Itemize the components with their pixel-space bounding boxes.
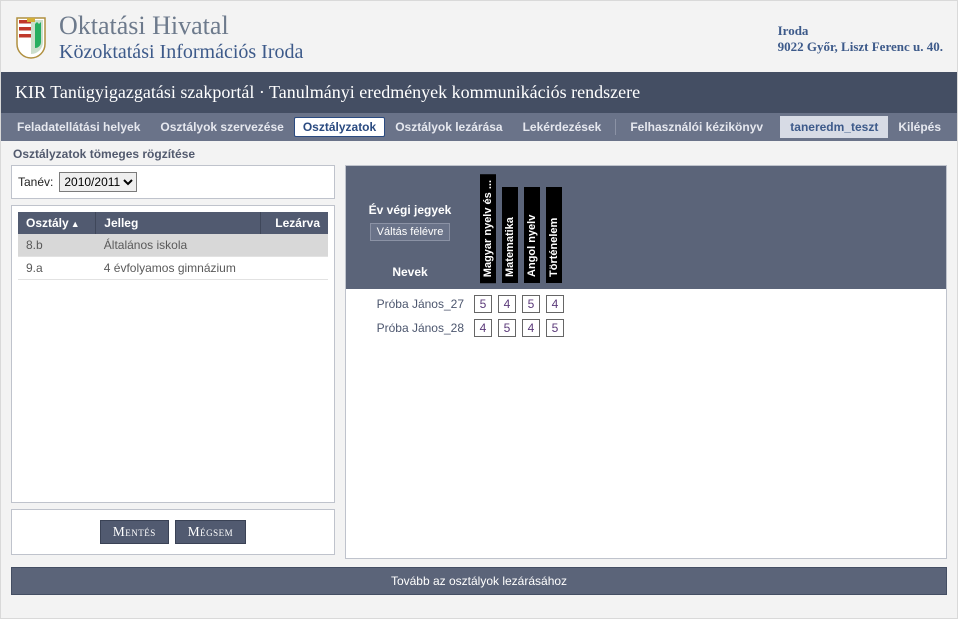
tanev-panel: Tanév: 2010/2011 [11, 165, 335, 199]
table-row[interactable]: 8.b Általános iskola [18, 234, 328, 257]
class-table: Osztály▲ Jelleg Lezárva 8.b Általános is… [18, 212, 328, 280]
cell-lezarva [260, 257, 328, 280]
cell-osztaly: 8.b [18, 234, 96, 257]
office-address: 9022 Győr, Liszt Ferenc u. 40. [778, 39, 943, 55]
grade-input[interactable] [546, 319, 564, 337]
menu-separator [615, 119, 616, 135]
grade-input[interactable] [474, 295, 492, 313]
class-list-panel: Osztály▲ Jelleg Lezárva 8.b Általános is… [11, 205, 335, 503]
current-user: taneredm_teszt [780, 116, 888, 138]
org-subtitle: Közoktatási Információs Iroda [59, 41, 303, 64]
main-menu: Feladatellátási helyek Osztályok szervez… [1, 113, 957, 141]
year-end-label: Év végi jegyek [369, 203, 452, 217]
grade-input[interactable] [546, 295, 564, 313]
menu-feladatellatas[interactable]: Feladatellátási helyek [7, 116, 150, 138]
grade-input[interactable] [522, 295, 540, 313]
cell-jelleg: Általános iskola [96, 234, 260, 257]
org-name: Oktatási Hivatal [59, 11, 303, 41]
save-cancel-row: Mentés Mégsem [11, 509, 335, 555]
cell-lezarva [260, 234, 328, 257]
col-jelleg[interactable]: Jelleg [96, 212, 260, 234]
menu-lekerdezesek[interactable]: Lekérdezések [513, 116, 612, 138]
table-row[interactable]: 9.a 4 évfolyamos gimnázium [18, 257, 328, 280]
subject-header: Angol nyelv [524, 187, 540, 283]
grades-panel: Év végi jegyek Váltás félévre Nevek Magy… [345, 165, 947, 559]
grade-input[interactable] [498, 295, 516, 313]
cancel-button[interactable]: Mégsem [175, 520, 246, 544]
menu-kezikonyv[interactable]: Felhasználói kézikönyv [620, 116, 773, 138]
student-name: Próba János_28 [352, 321, 468, 335]
names-label: Nevek [392, 265, 427, 279]
tanev-label: Tanév: [18, 175, 53, 189]
student-name: Próba János_27 [352, 297, 468, 311]
portal-title: KIR Tanügyigazgatási szakportál · Tanulm… [1, 72, 957, 113]
menu-osztalyzatok[interactable]: Osztályzatok [294, 117, 385, 137]
office-info: Iroda 9022 Győr, Liszt Ferenc u. 40. [778, 21, 943, 55]
cell-jelleg: 4 évfolyamos gimnázium [96, 257, 260, 280]
col-osztaly[interactable]: Osztály▲ [18, 212, 96, 234]
subject-header: Magyar nyelv és ... [480, 174, 496, 283]
page-title: Osztályzatok tömeges rögzítése [1, 141, 957, 165]
logout-link[interactable]: Kilépés [888, 116, 951, 138]
sort-asc-icon: ▲ [71, 219, 80, 229]
proceed-close-bar[interactable]: Tovább az osztályok lezárásához [11, 567, 947, 595]
switch-semester-button[interactable]: Váltás félévre [370, 223, 451, 241]
col-lezarva[interactable]: Lezárva [260, 212, 328, 234]
grades-body: Próba János_27 Próba János_28 [346, 289, 946, 343]
menu-osztalyok-lezarasa[interactable]: Osztályok lezárása [385, 116, 512, 138]
office-label: Iroda [778, 23, 943, 39]
grades-header: Év végi jegyek Váltás félévre Nevek Magy… [346, 166, 946, 289]
menu-osztalyok-szervezese[interactable]: Osztályok szervezése [150, 116, 293, 138]
grade-input[interactable] [522, 319, 540, 337]
subject-header: Matematika [502, 187, 518, 283]
cell-osztaly: 9.a [18, 257, 96, 280]
tanev-select[interactable]: 2010/2011 [59, 172, 137, 192]
student-row: Próba János_28 [352, 319, 940, 337]
grade-input[interactable] [498, 319, 516, 337]
crest-icon [15, 16, 47, 60]
subject-header: Történelem [546, 187, 562, 283]
student-row: Próba János_27 [352, 295, 940, 313]
save-button[interactable]: Mentés [100, 520, 169, 544]
grade-input[interactable] [474, 319, 492, 337]
app-header: Oktatási Hivatal Közoktatási Információs… [1, 1, 957, 72]
